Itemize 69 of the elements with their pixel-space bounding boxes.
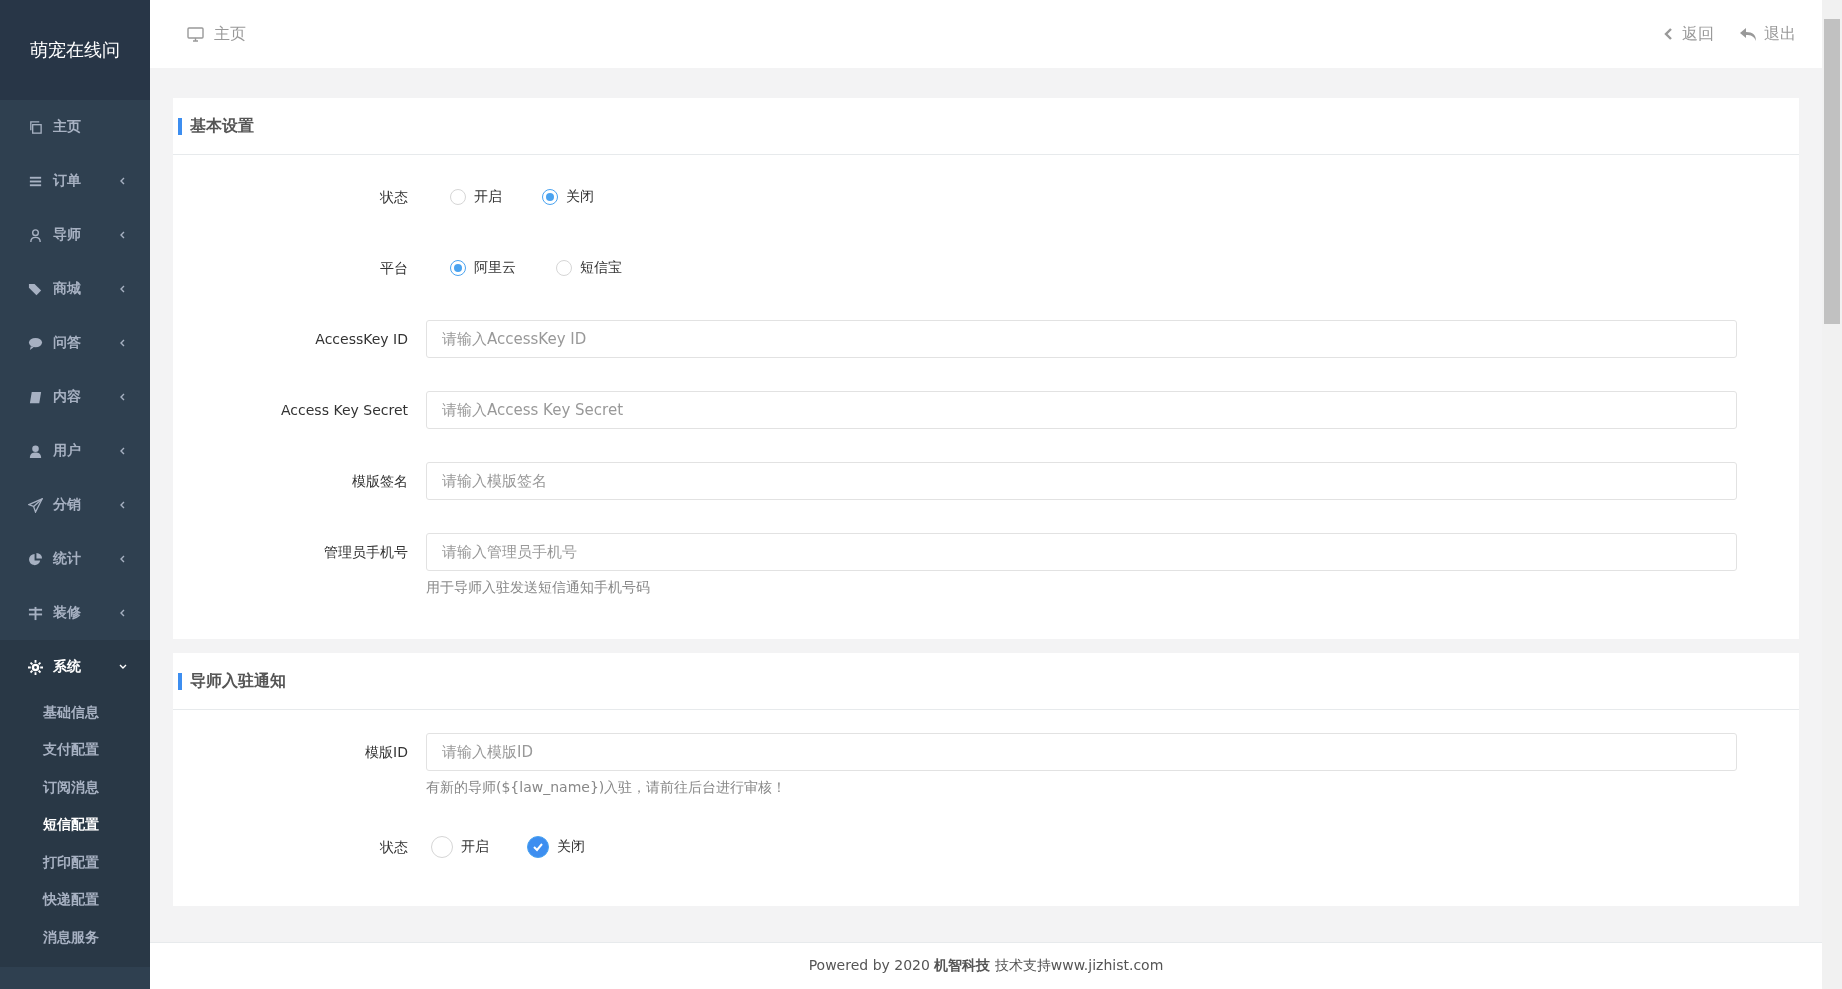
reply-arrow-icon [1740, 27, 1756, 41]
submenu-item[interactable]: 短信配置 [0, 806, 150, 844]
sidebar-item[interactable]: 内容 [0, 370, 150, 424]
radio-option[interactable]: 短信宝 [556, 259, 622, 277]
tag-icon [28, 281, 43, 297]
field-label: 模版ID [364, 743, 408, 762]
monitor-icon [187, 26, 204, 42]
input-field[interactable]: 请输入Access Key Secret [426, 391, 1737, 429]
radio-option[interactable]: 开启 [450, 188, 502, 206]
radio-button[interactable] [556, 260, 572, 276]
radio-option[interactable]: 关闭 [542, 188, 594, 206]
sidebar-item[interactable]: 用户 [0, 424, 150, 478]
sidebar-item[interactable]: 主页 [0, 100, 150, 154]
submenu-item[interactable]: 订阅消息 [0, 769, 150, 807]
submenu-item[interactable]: 基础信息 [0, 694, 150, 732]
section-title: 基本设置 [190, 115, 254, 137]
radio-option[interactable]: 开启 [431, 836, 489, 858]
field-label: 平台 [379, 259, 408, 278]
sign-icon [28, 605, 43, 621]
app-logo: 萌宠在线问 [0, 0, 150, 100]
radio-button[interactable] [450, 260, 466, 276]
sidebar-item[interactable]: 商城 [0, 262, 150, 316]
field-hint: 有新的导师(${law_name})入驻，请前往后台进行审核！ [426, 779, 788, 797]
checkmark-icon [532, 841, 544, 853]
field-label: Access Key Secret [280, 401, 408, 420]
scrollbar[interactable] [1822, 0, 1842, 989]
submenu-item[interactable]: 快递配置 [0, 881, 150, 919]
radio-button[interactable] [431, 836, 453, 858]
sidebar-item[interactable]: 问答 [0, 316, 150, 370]
input-field[interactable]: 请输入AccessKey ID [426, 320, 1737, 358]
field-hint: 用于导师入驻发送短信通知手机号码 [426, 579, 651, 597]
sidebar-item[interactable]: 分销 [0, 478, 150, 532]
breadcrumb-link[interactable]: 主页 [214, 23, 246, 45]
copy-icon [28, 119, 43, 135]
field-label: 状态 [379, 838, 408, 857]
radio-option[interactable]: 关闭 [527, 836, 585, 858]
radio-option[interactable]: 阿里云 [450, 259, 516, 277]
field-label: AccessKey ID [314, 330, 408, 349]
title-accent-bar [178, 117, 182, 135]
input-field[interactable]: 请输入模版签名 [426, 462, 1737, 500]
title-accent-bar [178, 672, 182, 690]
footer-text: Powered by 2020 机智科技 技术支持www.jizhist.com [150, 942, 1822, 989]
user-icon [28, 227, 43, 243]
sidebar-item[interactable]: 装修 [0, 586, 150, 640]
pie-chart-icon [28, 551, 43, 567]
settings-icon [28, 659, 43, 675]
radio-button[interactable] [542, 189, 558, 205]
paper-plane-icon [28, 497, 43, 513]
chat-icon [28, 335, 43, 351]
submenu-item[interactable]: 支付配置 [0, 731, 150, 769]
logout-link[interactable]: 退出 [1740, 23, 1796, 45]
sidebar-item[interactable]: 订单 [0, 154, 150, 208]
sidebar-item[interactable]: 系统 [0, 640, 150, 694]
book-icon [28, 389, 43, 405]
back-link[interactable]: 返回 [1664, 23, 1714, 45]
field-label: 状态 [379, 188, 408, 207]
field-label: 模版签名 [351, 472, 408, 491]
user-icon [28, 443, 43, 459]
submenu-item[interactable]: 消息服务 [0, 919, 150, 957]
input-field[interactable]: 请输入管理员手机号 [426, 533, 1737, 571]
submenu-item[interactable]: 打印配置 [0, 844, 150, 882]
radio-button[interactable] [527, 836, 549, 858]
sidebar-item[interactable]: 导师 [0, 208, 150, 262]
radio-button[interactable] [450, 189, 466, 205]
sidebar-item[interactable]: 统计 [0, 532, 150, 586]
input-field[interactable]: 请输入模版ID [426, 733, 1737, 771]
chevron-left-icon [1664, 28, 1674, 40]
section-title: 导师入驻通知 [190, 670, 286, 692]
field-label: 管理员手机号 [323, 543, 408, 562]
